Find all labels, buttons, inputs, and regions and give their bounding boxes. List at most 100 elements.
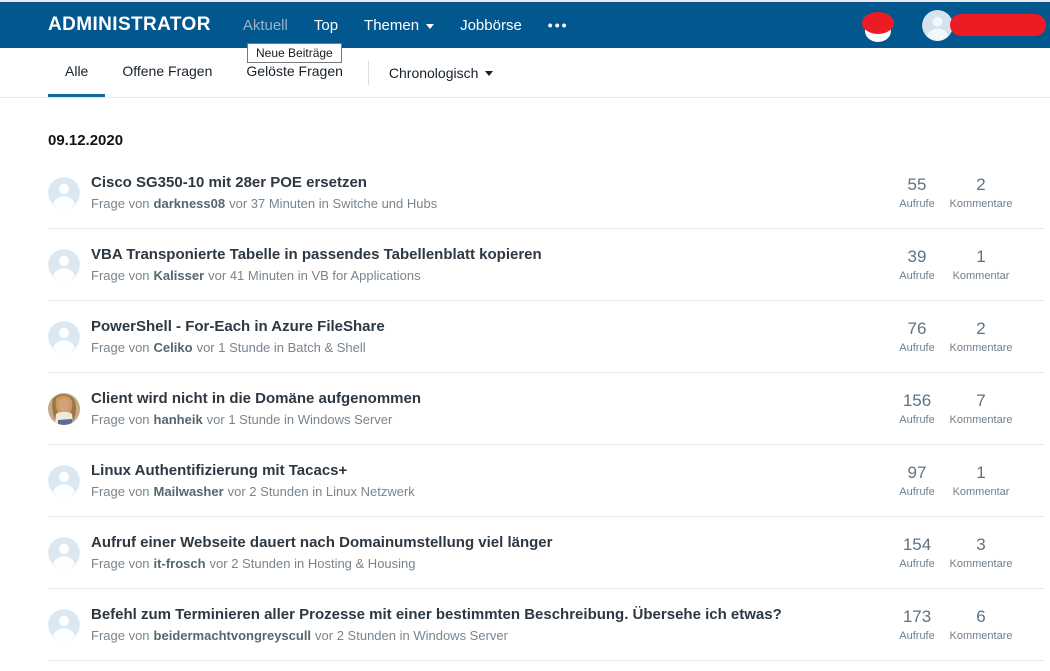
avatar[interactable] [48, 536, 80, 569]
person-icon [922, 9, 953, 41]
tooltip: Neue Beiträge [247, 43, 342, 63]
views-count: 55 [907, 175, 927, 194]
nav-item-top[interactable]: Top [301, 2, 351, 48]
sort-dropdown[interactable]: Chronologisch [389, 48, 494, 97]
thread-meta: Frage von beidermachtvongreyscull vor 2 St… [91, 628, 782, 643]
default-avatar-icon [48, 464, 80, 497]
views-count: 156 [902, 391, 932, 410]
thread-text-block: PowerShell - For-Each in Azure FileShare… [91, 318, 385, 355]
default-avatar-icon [48, 248, 80, 281]
views-label: Aufrufe [899, 270, 935, 282]
meta-rest: vor 2 Stunden in Linux Netzwerk [227, 484, 415, 499]
meta-prefix: Frage von [91, 268, 150, 283]
views-label: Aufrufe [899, 558, 935, 570]
thread-stats: 156 Aufrufe 7 Kommentare [885, 391, 1013, 426]
thread-title[interactable]: PowerShell - For-Each in Azure FileShare [91, 318, 385, 336]
thread-author[interactable]: darkness08 [154, 196, 226, 211]
meta-rest: vor 1 Stunde in Batch & Shell [196, 340, 366, 355]
avatar[interactable] [48, 176, 80, 209]
comments-label: Kommentare [949, 414, 1013, 426]
thread-row[interactable]: Linux Authentifizierung mit Tacacs+ Frag… [48, 445, 1044, 517]
comments-count: 2 [976, 175, 986, 194]
redaction-overlay [862, 12, 894, 34]
thread-title[interactable]: Client wird nicht in die Domäne aufgenom… [91, 390, 421, 408]
views-stat: 97 Aufrufe [885, 463, 949, 498]
comments-stat: 7 Kommentare [949, 391, 1013, 426]
meta-prefix: Frage von [91, 340, 150, 355]
comments-stat: 2 Kommentare [949, 175, 1013, 210]
default-avatar-icon [48, 176, 80, 209]
thread-row[interactable]: Befehl zum Terminieren aller Prozesse mi… [48, 589, 1044, 661]
thread-author[interactable]: Mailwasher [154, 484, 224, 499]
views-count: 173 [902, 607, 932, 626]
tab-label: Gelöste Fragen [246, 63, 343, 79]
tab-alle[interactable]: Alle [48, 48, 106, 97]
tab-offene-fragen[interactable]: Offene Fragen [105, 48, 229, 97]
thread-meta: Frage von darkness08 vor 37 Minuten in Swi… [91, 196, 437, 211]
sort-label: Chronologisch [388, 64, 479, 81]
views-stat: 39 Aufrufe [885, 247, 949, 282]
avatar[interactable] [48, 248, 80, 281]
thread-text-block: Cisco SG350-10 mit 28er POE ersetzen Fra… [91, 174, 437, 211]
comments-label: Kommentare [949, 198, 1013, 210]
avatar[interactable] [48, 608, 80, 641]
nav-item-aktuell[interactable]: Aktuell [230, 2, 301, 48]
user-avatar[interactable] [922, 9, 953, 41]
thread-stats: 97 Aufrufe 1 Kommentar [885, 463, 1013, 498]
thread-title[interactable]: Befehl zum Terminieren aller Prozesse mi… [91, 606, 782, 624]
nav-item-label: Themen [364, 16, 420, 34]
views-count: 97 [907, 463, 927, 482]
thread-text-block: Client wird nicht in die Domäne aufgenom… [91, 390, 421, 427]
thread-title[interactable]: Cisco SG350-10 mit 28er POE ersetzen [91, 174, 437, 192]
thread-author[interactable]: Celiko [154, 340, 193, 355]
thread-author[interactable]: hanheik [154, 412, 203, 427]
thread-stats: 173 Aufrufe 6 Kommentare [885, 607, 1013, 642]
comments-label: Kommentar [952, 486, 1010, 498]
nav-item-themen[interactable]: Themen [351, 2, 447, 48]
views-label: Aufrufe [899, 630, 935, 642]
thread-row[interactable]: VBA Transponierte Tabelle in passendes T… [48, 229, 1044, 301]
avatar[interactable] [48, 392, 80, 425]
site-header: ADMINISTRATOR Aktuell Top Themen Jobbörs… [0, 2, 1050, 48]
comments-label: Kommentare [949, 342, 1013, 354]
meta-rest: vor 41 Minuten in VB for Applications [208, 268, 421, 283]
more-menu-button[interactable]: ••• [535, 2, 582, 48]
tabbar-divider [367, 60, 369, 85]
tab-label: Offene Fragen [122, 63, 213, 79]
default-avatar-icon [48, 608, 80, 641]
views-stat: 173 Aufrufe [885, 607, 949, 642]
thread-row[interactable]: Cisco SG350-10 mit 28er POE ersetzen Fra… [48, 157, 1044, 229]
thread-list: Cisco SG350-10 mit 28er POE ersetzen Fra… [48, 157, 1044, 661]
site-logo[interactable]: ADMINISTRATOR [48, 14, 211, 36]
redacted-badge [862, 8, 894, 42]
redacted-username [950, 14, 1046, 36]
tab-label: Alle [65, 63, 89, 79]
header-right-group [862, 8, 1046, 42]
thread-author[interactable]: it-frosch [154, 556, 206, 571]
thread-stats: 76 Aufrufe 2 Kommentare [885, 319, 1013, 354]
avatar[interactable] [48, 464, 80, 497]
nav-item-label: Top [313, 16, 339, 34]
thread-row[interactable]: Aufruf einer Webseite dauert nach Domain… [48, 517, 1044, 589]
views-count: 154 [902, 535, 932, 554]
thread-author[interactable]: beidermachtvongreyscull [154, 628, 312, 643]
thread-title[interactable]: VBA Transponierte Tabelle in passendes T… [91, 246, 542, 264]
comments-label: Kommentare [949, 558, 1013, 570]
thread-text-block: Aufruf einer Webseite dauert nach Domain… [91, 534, 552, 571]
chevron-down-icon [485, 71, 494, 76]
comments-count: 2 [976, 319, 986, 338]
nav-item-jobboerse[interactable]: Jobbörse [447, 2, 535, 48]
thread-title[interactable]: Aufruf einer Webseite dauert nach Domain… [91, 534, 552, 552]
nav-item-label: Jobbörse [460, 16, 522, 34]
meta-prefix: Frage von [91, 412, 150, 427]
comments-count: 1 [976, 463, 986, 482]
comments-label: Kommentar [952, 270, 1010, 282]
ellipsis-icon: ••• [547, 17, 569, 33]
thread-meta: Frage von Celiko vor 1 Stunde in Batch & S… [91, 340, 385, 355]
avatar[interactable] [48, 320, 80, 353]
thread-author[interactable]: Kalisser [154, 268, 205, 283]
thread-title[interactable]: Linux Authentifizierung mit Tacacs+ [91, 462, 415, 480]
thread-row[interactable]: PowerShell - For-Each in Azure FileShare… [48, 301, 1044, 373]
comments-count: 6 [976, 607, 986, 626]
thread-row[interactable]: Client wird nicht in die Domäne aufgenom… [48, 373, 1044, 445]
